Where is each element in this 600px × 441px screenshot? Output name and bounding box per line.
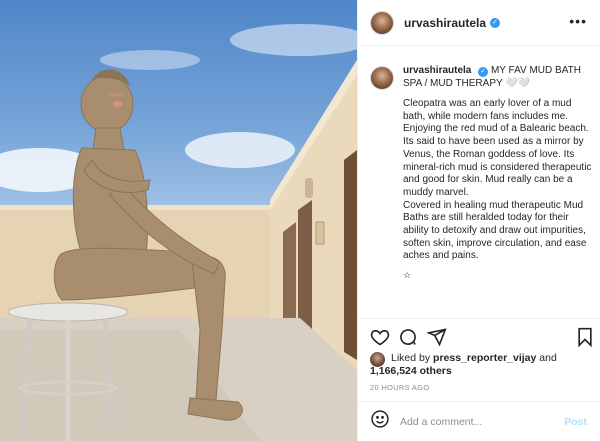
likes-and: and — [536, 352, 557, 364]
post-header: urvashirautela ✓ ••• — [358, 0, 600, 46]
caption-avatar[interactable] — [370, 66, 394, 90]
likes-count-link[interactable]: 1,166,524 others — [370, 365, 452, 377]
photo-illustration — [0, 24, 357, 441]
comment-icon[interactable] — [398, 327, 418, 352]
smiley-icon[interactable] — [370, 409, 390, 434]
likes-summary: Liked by press_reporter_vijay and 1,166,… — [370, 352, 595, 378]
action-bar — [358, 318, 600, 354]
verified-icon: ✓ — [490, 17, 501, 28]
heart-icon[interactable] — [370, 327, 390, 352]
post-panel: urvashirautela ✓ ••• urvashirautela ✓ MY… — [357, 0, 600, 441]
bookmark-icon[interactable] — [576, 327, 594, 352]
post-caption: urvashirautela ✓ MY FAV MUD BATH SPA / M… — [370, 64, 595, 281]
avatar[interactable] — [370, 10, 394, 35]
post-photo[interactable] — [0, 0, 357, 441]
comment-input[interactable] — [400, 415, 565, 428]
post-comment-button[interactable]: Post — [564, 416, 587, 428]
comment-bar: Post — [358, 401, 600, 441]
liker-avatar[interactable] — [370, 352, 385, 367]
caption-username[interactable]: urvashirautela — [403, 65, 471, 76]
more-horizontal-icon[interactable]: ••• — [569, 13, 587, 29]
liked-by-user-link[interactable]: press_reporter_vijay — [433, 352, 536, 364]
post-timestamp[interactable]: 20 HOURS AGO — [370, 383, 429, 392]
verified-icon: ✓ — [478, 66, 489, 77]
caption-text: Cleopatra was an early lover of a mud ba… — [403, 98, 592, 262]
caption-more: ☆ — [403, 270, 412, 281]
send-icon[interactable] — [425, 327, 447, 352]
likes-prefix: Liked by — [391, 352, 434, 364]
header-username[interactable]: urvashirautela — [404, 16, 486, 30]
